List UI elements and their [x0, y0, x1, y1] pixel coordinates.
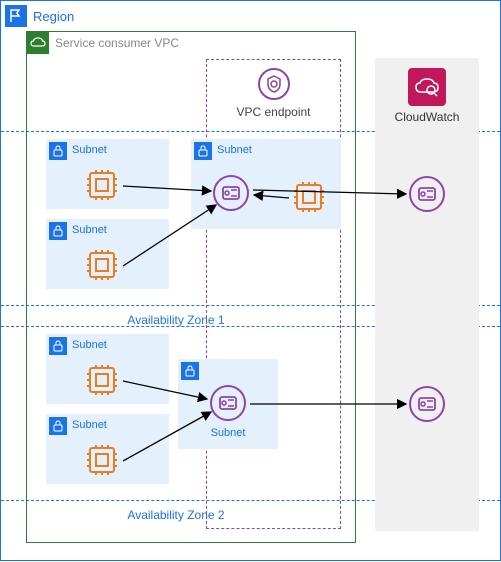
subnet-label: Subnet: [72, 419, 107, 431]
cloudwatch-panel: CloudWatch: [375, 58, 479, 531]
lock-icon: [49, 222, 67, 240]
subnet-az1-left-1: Subnet: [46, 139, 169, 209]
cloudwatch-icon: [408, 68, 446, 106]
network-interface-icon: [409, 386, 445, 422]
subnet-label: Subnet: [217, 144, 252, 156]
instance-icon: [84, 167, 120, 203]
subnet-label: Subnet: [72, 144, 107, 156]
subnet-az1-endpoint: Subnet: [191, 139, 341, 229]
region-flag-icon: [5, 5, 27, 27]
subnet-label: Subnet: [178, 427, 278, 439]
network-interface-icon: [213, 175, 249, 211]
network-interface-icon: [210, 385, 246, 421]
subnet-az1-left-2: Subnet: [46, 219, 169, 289]
instance-icon: [84, 362, 120, 398]
lock-icon: [194, 142, 212, 160]
vpc-endpoint-icon: [258, 68, 290, 100]
instance-icon: [84, 247, 120, 283]
vpc-cloud-icon: [27, 32, 49, 54]
vpc-label: Service consumer VPC: [55, 36, 179, 50]
instance-icon: [291, 179, 327, 215]
subnet-label: Subnet: [72, 339, 107, 351]
region-container: Region Availability Zone 1 Availability …: [0, 0, 501, 561]
subnet-label: Subnet: [72, 224, 107, 236]
subnet-az2-left-1: Subnet: [46, 334, 169, 404]
lock-icon: [49, 417, 67, 435]
region-label: Region: [33, 9, 74, 24]
lock-icon: [181, 362, 199, 380]
instance-icon: [84, 442, 120, 478]
subnet-az2-endpoint: Subnet: [178, 359, 278, 449]
network-interface-icon: [409, 176, 445, 212]
vpc-endpoint-label: VPC endpoint: [207, 105, 340, 119]
lock-icon: [49, 337, 67, 355]
lock-icon: [49, 142, 67, 160]
cloudwatch-label: CloudWatch: [375, 110, 479, 124]
vpc-endpoint-container: VPC endpoint: [206, 59, 341, 529]
subnet-az2-left-2: Subnet: [46, 414, 169, 484]
